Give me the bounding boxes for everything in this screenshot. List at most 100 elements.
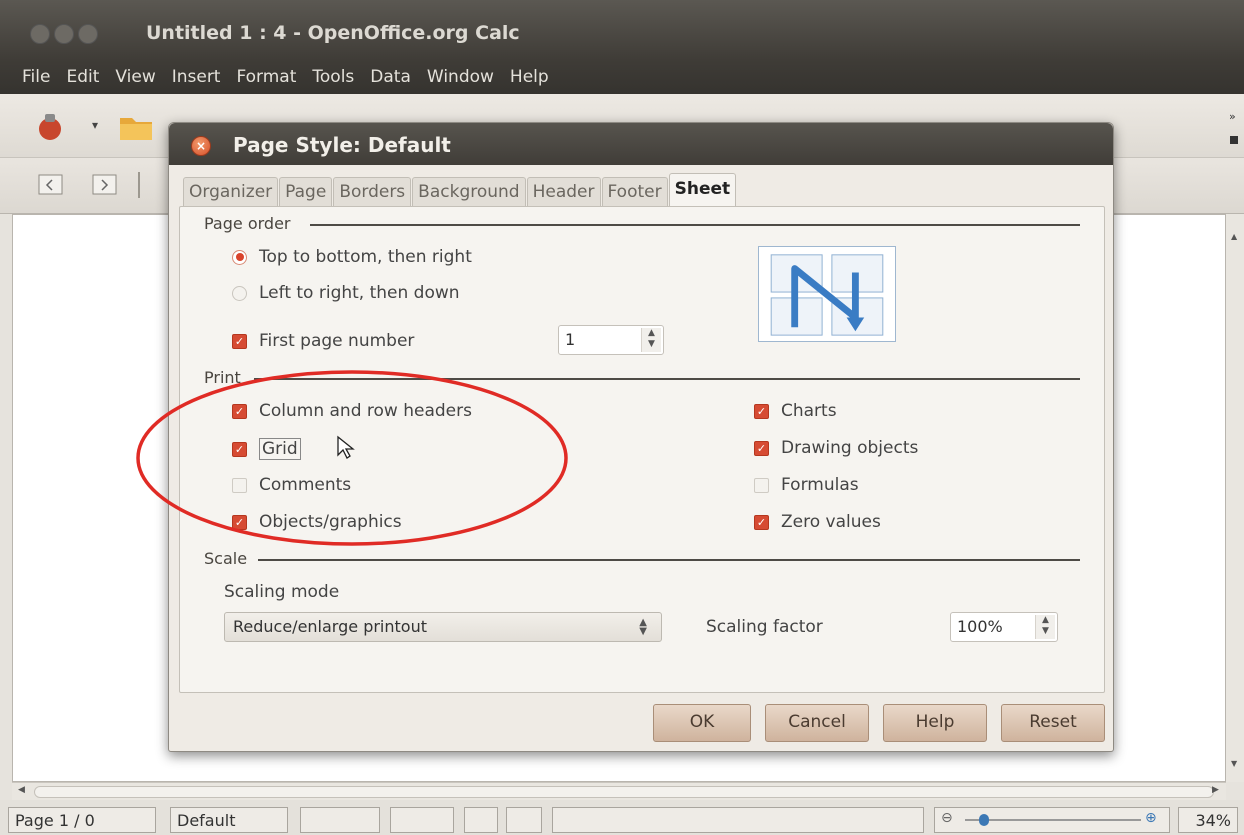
left-to-right-option[interactable]: Left to right, then down <box>232 283 460 303</box>
dialog-title: Page Style: Default <box>233 133 451 157</box>
scaling-factor-value: 100% <box>957 617 1003 636</box>
zoom-in-icon[interactable]: ⊕ <box>1145 810 1157 826</box>
menu-tools[interactable]: Tools <box>312 67 354 87</box>
menu-format[interactable]: Format <box>236 67 296 87</box>
zero-values-checkbox[interactable]: ✓ <box>754 514 769 530</box>
column-row-headers-label: Column and row headers <box>259 401 472 421</box>
tab-organizer[interactable]: Organizer <box>183 177 279 207</box>
toolbar-separator <box>138 172 140 198</box>
tab-borders[interactable]: Borders <box>333 177 412 207</box>
dialog-title-bar: × Page Style: Default <box>169 123 1113 165</box>
menu-file[interactable]: File <box>22 67 50 87</box>
zoom-slider-track[interactable] <box>965 819 1141 821</box>
scaling-factor-spinner[interactable]: ▲ ▼ <box>1035 615 1055 639</box>
grid-checkbox[interactable]: ✓ <box>232 441 247 457</box>
zoom-out-icon[interactable]: ⊖ <box>941 810 953 826</box>
horizontal-scrollbar[interactable]: ◀ ▶ <box>12 782 1226 800</box>
zoom-slider-thumb[interactable] <box>979 814 989 826</box>
close-window-icon[interactable] <box>30 24 50 44</box>
print-divider <box>254 378 1080 380</box>
scroll-right-icon[interactable]: ▶ <box>1212 785 1219 795</box>
first-page-number-option[interactable]: ✓ First page number <box>232 331 414 351</box>
status-insert-mode[interactable] <box>390 807 454 833</box>
reset-button[interactable]: Reset <box>1001 704 1105 742</box>
scaling-mode-value: Reduce/enlarge printout <box>233 617 427 636</box>
status-modified <box>506 807 542 833</box>
menu-help[interactable]: Help <box>510 67 549 87</box>
status-zoom-value[interactable]: 34% <box>1178 807 1238 833</box>
scale-divider <box>258 559 1080 561</box>
comments-checkbox[interactable] <box>232 477 247 493</box>
page-order-divider <box>310 224 1080 226</box>
formulas-checkbox[interactable] <box>754 477 769 493</box>
window-title: Untitled 1 : 4 - OpenOffice.org Calc <box>146 22 520 44</box>
scroll-down-icon[interactable]: ▼ <box>1231 759 1237 768</box>
new-dropdown-arrow-icon[interactable]: ▾ <box>92 118 98 132</box>
scaling-mode-select[interactable]: Reduce/enlarge printout ▲ ▼ <box>224 612 662 642</box>
scroll-left-icon[interactable]: ◀ <box>18 785 25 795</box>
menu-view[interactable]: View <box>115 67 155 87</box>
zoom-slider[interactable]: ⊖ ⊕ <box>934 807 1170 833</box>
menu-edit[interactable]: Edit <box>66 67 99 87</box>
svg-text:»: » <box>1229 110 1236 123</box>
scroll-up-icon[interactable]: ▲ <box>1231 232 1237 241</box>
sheet-tab-panel: Page order Top to bottom, then right Lef… <box>179 206 1105 693</box>
tab-sheet[interactable]: Sheet <box>668 173 737 207</box>
vertical-scrollbar[interactable]: ▲ ▼ <box>1226 214 1244 782</box>
ok-button[interactable]: OK <box>653 704 751 742</box>
cancel-button[interactable]: Cancel <box>765 704 869 742</box>
objects-graphics-checkbox[interactable]: ✓ <box>232 514 247 530</box>
top-to-bottom-label: Top to bottom, then right <box>259 247 472 267</box>
maximize-window-icon[interactable] <box>78 24 98 44</box>
minimize-window-icon[interactable] <box>54 24 74 44</box>
objects-graphics-label: Objects/graphics <box>259 512 402 532</box>
top-to-bottom-option[interactable]: Top to bottom, then right <box>232 247 472 267</box>
grid-option[interactable]: ✓ Grid <box>232 438 301 460</box>
left-to-right-radio[interactable] <box>232 285 247 301</box>
menu-insert[interactable]: Insert <box>172 67 221 87</box>
select-arrow-icon: ▲ ▼ <box>639 617 647 637</box>
align-left-icon[interactable] <box>38 174 64 196</box>
menu-window[interactable]: Window <box>427 67 494 87</box>
tab-page[interactable]: Page <box>279 177 333 207</box>
status-selection-mode[interactable] <box>464 807 498 833</box>
page-style-dialog: × Page Style: Default Organizer Page Bor… <box>168 122 1114 752</box>
first-page-number-input[interactable]: 1 ▲ ▼ <box>558 325 664 355</box>
objects-graphics-option[interactable]: ✓ Objects/graphics <box>232 512 402 532</box>
zero-values-label: Zero values <box>781 512 881 532</box>
comments-label: Comments <box>259 475 352 495</box>
horizontal-scroll-thumb[interactable] <box>34 786 1214 798</box>
mouse-cursor-icon <box>337 435 355 459</box>
column-row-headers-option[interactable]: ✓ Column and row headers <box>232 401 472 421</box>
scaling-mode-label: Scaling mode <box>224 582 340 602</box>
window-controls[interactable] <box>30 24 98 44</box>
help-button[interactable]: Help <box>883 704 987 742</box>
drawing-objects-option[interactable]: ✓ Drawing objects <box>754 438 918 458</box>
new-document-icon[interactable] <box>36 112 66 142</box>
status-sum <box>552 807 924 833</box>
first-page-number-label: First page number <box>259 331 415 351</box>
charts-label: Charts <box>781 401 837 421</box>
tab-header[interactable]: Header <box>526 177 601 207</box>
status-bar: Page 1 / 0 Default ⊖ ⊕ 34% <box>0 800 1244 835</box>
drawing-objects-label: Drawing objects <box>781 438 919 458</box>
tab-footer[interactable]: Footer <box>601 177 668 207</box>
comments-option[interactable]: Comments <box>232 475 351 495</box>
charts-option[interactable]: ✓ Charts <box>754 401 837 421</box>
top-to-bottom-radio[interactable] <box>232 249 247 265</box>
drawing-objects-checkbox[interactable]: ✓ <box>754 440 769 456</box>
close-icon[interactable]: × <box>191 136 211 156</box>
tab-background[interactable]: Background <box>412 177 526 207</box>
zero-values-option[interactable]: ✓ Zero values <box>754 512 881 532</box>
scaling-factor-input[interactable]: 100% ▲ ▼ <box>950 612 1058 642</box>
charts-checkbox[interactable]: ✓ <box>754 403 769 419</box>
formulas-option[interactable]: Formulas <box>754 475 859 495</box>
status-page-style[interactable]: Default <box>170 807 288 833</box>
toolbar-overflow-icon[interactable]: » <box>1228 108 1242 148</box>
open-folder-icon[interactable] <box>118 108 154 142</box>
column-row-headers-checkbox[interactable]: ✓ <box>232 403 247 419</box>
menu-data[interactable]: Data <box>370 67 411 87</box>
align-right-icon[interactable] <box>92 174 118 196</box>
first-page-number-checkbox[interactable]: ✓ <box>232 333 247 349</box>
first-page-number-spinner[interactable]: ▲ ▼ <box>641 328 661 352</box>
